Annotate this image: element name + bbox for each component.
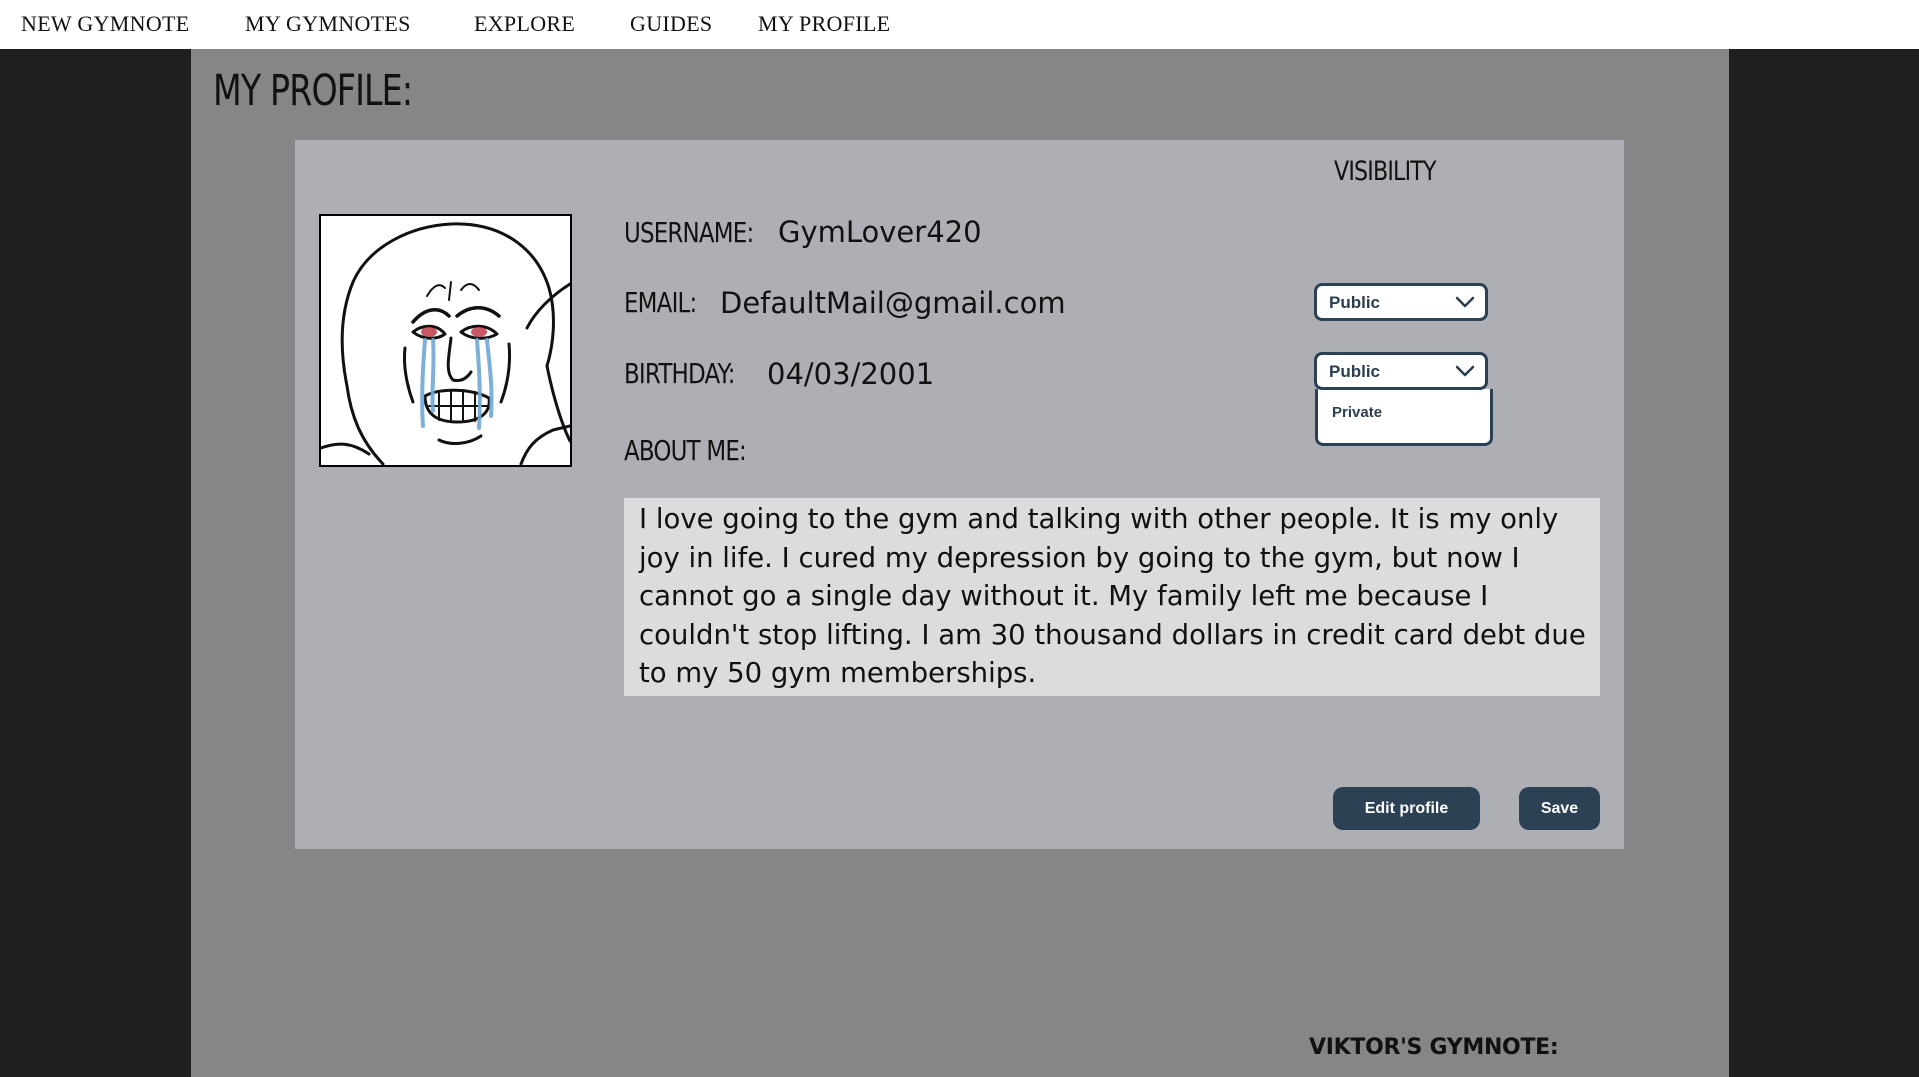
birthday-label: BIRTHDAY:	[624, 357, 735, 390]
nav-my-gymnotes[interactable]: MY GYMNOTES	[245, 11, 411, 37]
visibility-column-header: VISIBILITY	[1334, 156, 1437, 187]
about-me-textarea[interactable]: I love going to the gym and talking with…	[624, 498, 1600, 696]
nav-explore[interactable]: EXPLORE	[474, 11, 575, 37]
save-button[interactable]: Save	[1519, 787, 1600, 830]
email-value: DefaultMail@gmail.com	[720, 286, 1066, 320]
birthday-visibility-value: Public	[1329, 362, 1381, 381]
edit-profile-button[interactable]: Edit profile	[1333, 787, 1480, 830]
page-title: MY PROFILE:	[213, 66, 413, 116]
visibility-option-private[interactable]: Private	[1332, 404, 1382, 421]
email-visibility-value: Public	[1329, 293, 1381, 312]
birthday-visibility-select[interactable]: Public	[1314, 352, 1488, 390]
username-value: GymLover420	[778, 215, 982, 249]
viktors-gymnote-heading: VIKTOR'S GYMNOTE:	[1309, 1035, 1559, 1060]
nav-guides[interactable]: GUIDES	[630, 11, 712, 37]
top-navigation-bar: NEW GYMNOTE MY GYMNOTES EXPLORE GUIDES M…	[0, 0, 1919, 49]
birthday-visibility-options: Private	[1315, 389, 1493, 446]
email-visibility-select[interactable]: Public	[1314, 283, 1488, 321]
email-label: EMAIL:	[624, 286, 697, 319]
birthday-value: 04/03/2001	[767, 357, 935, 391]
username-label: USERNAME:	[624, 216, 754, 249]
chevron-down-icon	[1455, 365, 1475, 377]
crying-face-icon	[321, 222, 570, 465]
about-me-label: ABOUT ME:	[624, 434, 747, 467]
profile-avatar-image	[319, 214, 572, 467]
chevron-down-icon	[1455, 296, 1475, 308]
nav-new-gymnote[interactable]: NEW GYMNOTE	[21, 11, 189, 37]
nav-my-profile[interactable]: MY PROFILE	[758, 11, 890, 37]
